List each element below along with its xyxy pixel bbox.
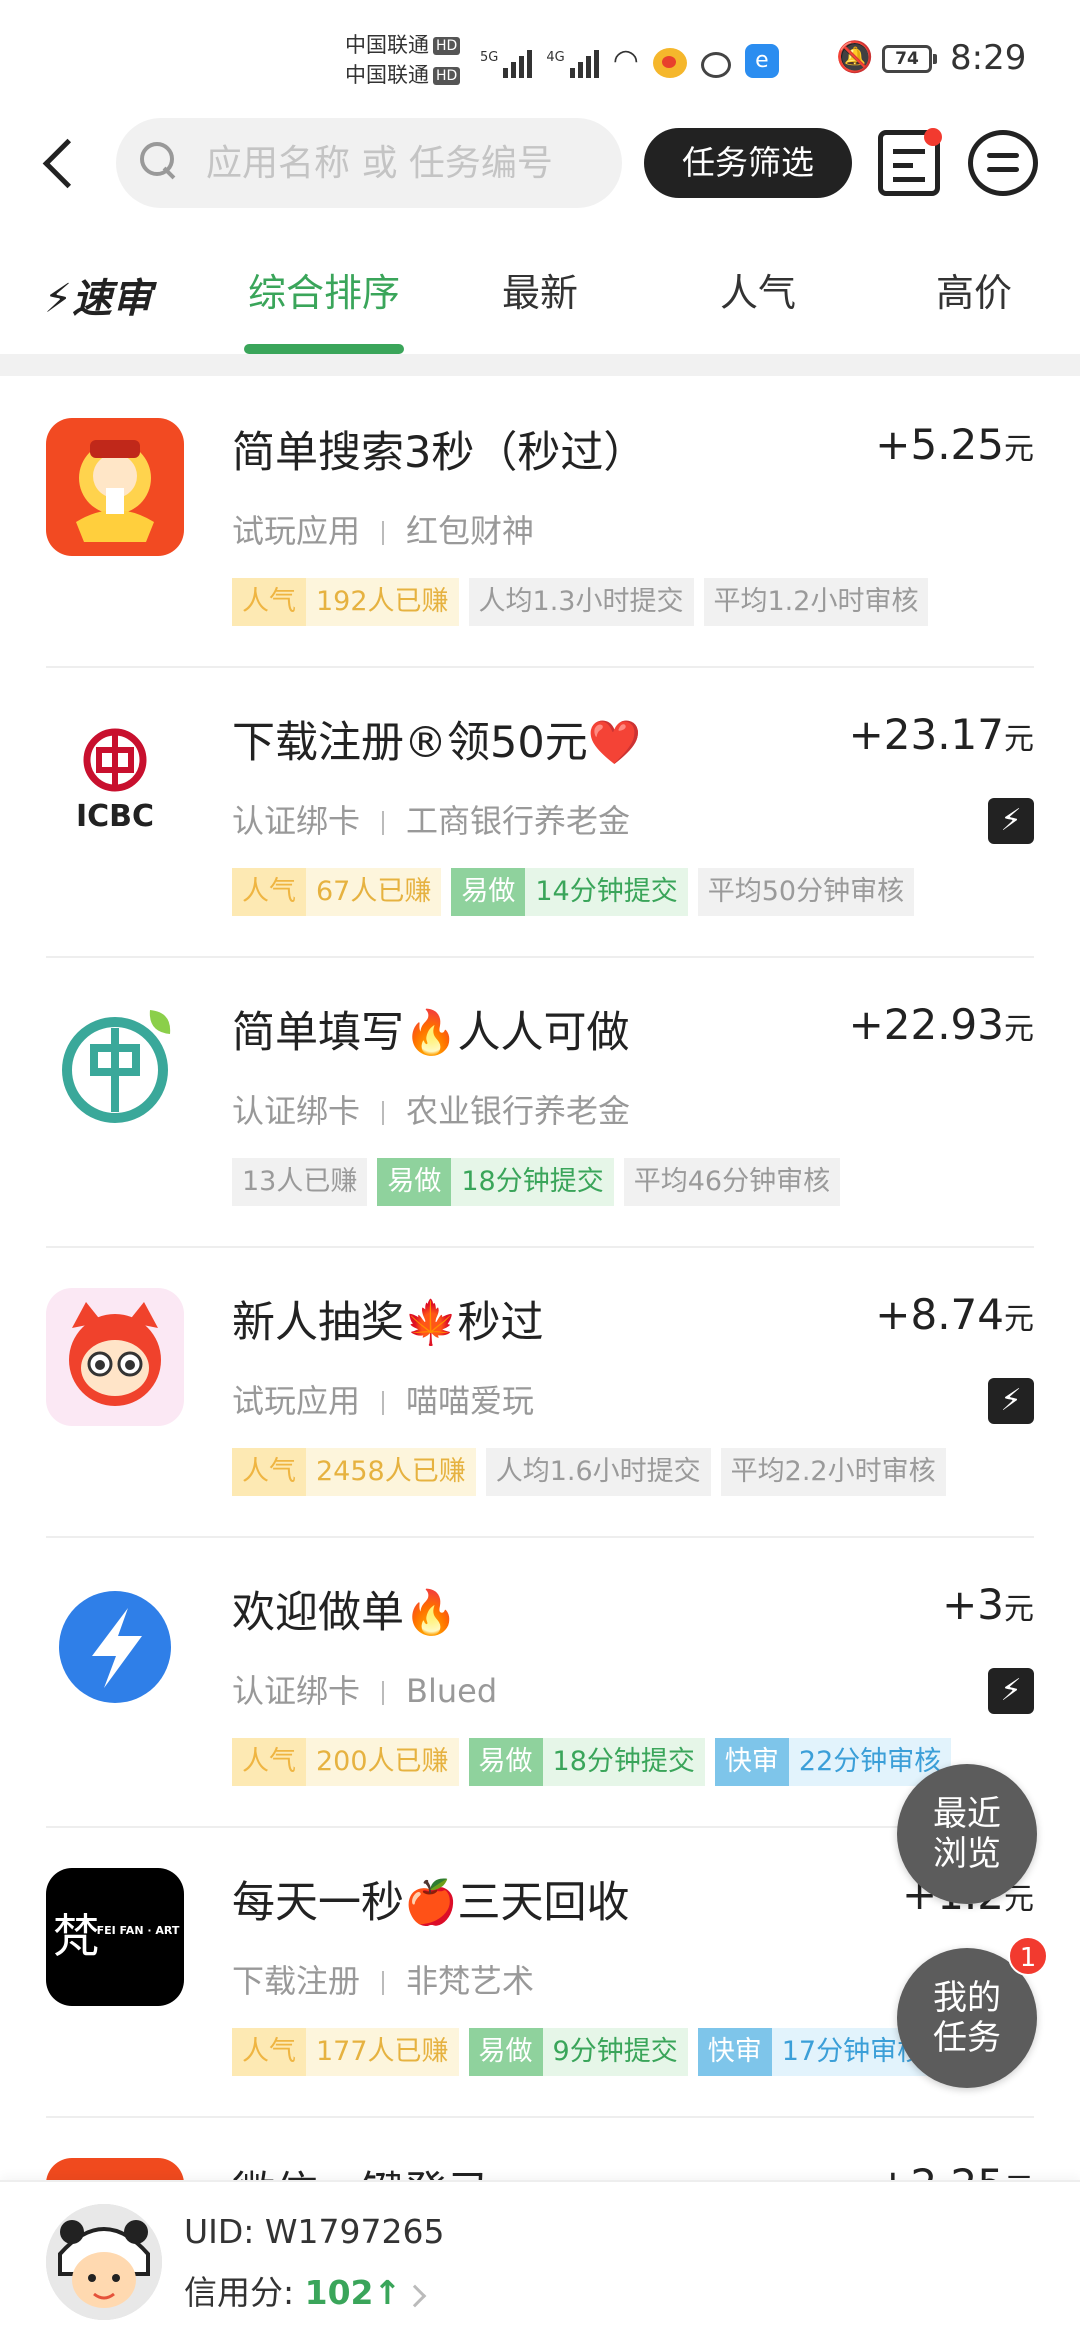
task-tags: 13人已赚 易做 18分钟提交 平均46分钟审核	[232, 1158, 841, 1206]
active-tab-indicator	[244, 344, 404, 354]
app-icon-abc-bank	[46, 998, 184, 1136]
task-filter-button[interactable]: 任务筛选	[644, 128, 852, 198]
task-meta: 下载注册 非梵艺术	[232, 1962, 535, 2000]
task-title: 下载注册®领50元❤️	[232, 718, 642, 768]
recent-browse-button[interactable]: 最近浏览	[897, 1764, 1037, 1904]
app-icon-feifan-art: 梵 FEI FAN · ART	[46, 1868, 184, 2006]
app-icon-icbc: ICBC	[46, 708, 184, 846]
task-item[interactable]: 新人抽奖🍁秒过 +8.74元 试玩应用 喵喵爱玩 ⚡ 人气 2458人已赚 人均1.…	[0, 1248, 1080, 1538]
tag-popularity: 人气 192人已赚	[232, 578, 459, 626]
task-title: 新人抽奖🍁秒过	[232, 1298, 544, 1348]
tag-popularity: 人气 200人已赚	[232, 1738, 459, 1786]
tag-review-time: 平均2.2小时审核	[720, 1448, 946, 1496]
svg-text:梵: 梵	[53, 1909, 99, 1963]
task-reward: +23.17元	[848, 710, 1034, 759]
status-icons: 5G 4G ◠ e	[480, 38, 779, 78]
app-icon-hongbao-caishen	[46, 418, 184, 556]
back-icon[interactable]	[36, 132, 82, 192]
task-title: 简单搜索3秒（秒过）	[232, 428, 647, 478]
task-tags: 人气 2458人已赚 人均1.6小时提交 平均2.2小时审核	[232, 1448, 946, 1496]
task-reward: +8.74元	[875, 1290, 1034, 1339]
tag-easy: 易做 9分钟提交	[468, 2028, 688, 2076]
tag-popularity: 人气 2458人已赚	[232, 1448, 476, 1496]
task-reward: +22.93元	[848, 1000, 1034, 1049]
app-notification-icon: e	[744, 44, 779, 78]
task-meta: 认证绑卡 Blued	[232, 1672, 498, 1710]
tag-popularity: 人气 67人已赚	[232, 868, 442, 916]
task-item[interactable]: 简单搜索3秒（秒过） +5.25元 试玩应用 红包财神 人气 192人已赚 人均1.…	[0, 378, 1080, 668]
clock: 8:29	[950, 38, 1027, 78]
carrier-2: 中国联通	[345, 63, 429, 87]
status-bar: 中国联通 HD 中国联通 HD 5G 4G ◠ e 🔕 74 8:29	[0, 0, 1080, 110]
svg-text:ICBC: ICBC	[76, 799, 154, 834]
task-meta: 认证绑卡 工商银行养老金	[232, 802, 631, 840]
fast-review-bolt-icon: ⚡	[988, 1378, 1034, 1424]
hd-badge-1: HD	[433, 37, 461, 55]
task-title: 欢迎做单🔥	[232, 1588, 458, 1638]
signal-4g-icon: 4G	[546, 50, 599, 78]
tag-review-time: 平均1.2小时审核	[703, 578, 929, 626]
fast-review-bolt-icon: ⚡	[988, 798, 1034, 844]
tag-easy: 易做 14分钟提交	[451, 868, 688, 916]
task-item[interactable]: ICBC 下载注册®领50元❤️ +23.17元 认证绑卡 工商银行养老金 ⚡ 人…	[0, 668, 1080, 958]
wifi-icon: ◠	[612, 43, 639, 78]
search-input[interactable]	[206, 118, 606, 208]
task-tags: 人气 192人已赚 人均1.3小时提交 平均1.2小时审核	[232, 578, 929, 626]
carrier-info: 中国联通 HD 中国联通 HD	[345, 30, 461, 90]
tab-high-price[interactable]: 高价	[914, 262, 1034, 317]
user-bar[interactable]: UID: W1797265 信用分: 102↑	[0, 2180, 1080, 2338]
tab-popular[interactable]: 人气	[698, 262, 818, 317]
mute-icon: 🔕	[836, 40, 874, 75]
fast-review-bolt-icon: ⚡	[988, 1668, 1034, 1714]
chat-notification-icon	[700, 52, 731, 78]
signal-5g-icon: 5G	[480, 50, 533, 78]
hd-badge-2: HD	[433, 67, 461, 85]
task-title: 简单填写🔥人人可做	[232, 1008, 630, 1058]
section-divider	[0, 354, 1080, 376]
battery-icon: 74	[882, 45, 937, 73]
tag-submit-time: 人均1.6小时提交	[485, 1448, 711, 1496]
search-icon	[140, 142, 176, 178]
tag-easy: 易做 18分钟提交	[377, 1158, 614, 1206]
task-item[interactable]: 简单填写🔥人人可做 +22.93元 认证绑卡 农业银行养老金 13人已赚 易做 18…	[0, 958, 1080, 1248]
arrow-up-icon: ↑	[373, 2273, 402, 2312]
user-uid: UID: W1797265	[184, 2212, 445, 2251]
task-meta: 认证绑卡 农业银行养老金	[232, 1092, 631, 1130]
app-icon-miaomiao	[46, 1288, 184, 1426]
carrier-1: 中国联通	[345, 33, 429, 57]
task-meta: 试玩应用 红包财神	[232, 512, 535, 550]
app-icon-blued	[46, 1578, 184, 1716]
top-bar: 任务筛选	[0, 112, 1080, 212]
weibo-icon	[652, 48, 687, 78]
tag-popularity: 人气 177人已赚	[232, 2028, 459, 2076]
tag-earned-count: 13人已赚	[232, 1158, 368, 1206]
credit-score[interactable]: 信用分: 102↑	[184, 2266, 427, 2314]
tag-review-time: 平均46分钟审核	[623, 1158, 841, 1206]
tag-easy: 易做 18分钟提交	[468, 1738, 705, 1786]
fast-review-logo[interactable]: ⚡速审	[44, 266, 152, 324]
tag-review-time: 平均50分钟审核	[697, 868, 915, 916]
task-tags: 人气 177人已赚 易做 9分钟提交 快审 17分钟审核	[232, 2028, 935, 2076]
task-reward: +5.25元	[875, 420, 1034, 469]
chevron-right-icon	[403, 2284, 427, 2308]
task-title: 每天一秒🍎三天回收	[232, 1878, 630, 1928]
task-tags: 人气 200人已赚 易做 18分钟提交 快审 22分钟审核	[232, 1738, 952, 1786]
task-meta: 试玩应用 喵喵爱玩	[232, 1382, 535, 1420]
my-tasks-badge: 1	[1008, 1936, 1048, 1976]
task-reward: +3元	[942, 1580, 1034, 1629]
notification-dot	[924, 128, 942, 146]
task-tags: 人气 67人已赚 易做 14分钟提交 平均50分钟审核	[232, 868, 915, 916]
avatar[interactable]	[46, 2204, 162, 2320]
message-icon[interactable]	[968, 130, 1038, 196]
search-box[interactable]	[116, 118, 622, 208]
tab-latest[interactable]: 最新	[480, 262, 600, 317]
sort-tabs: ⚡速审 综合排序 最新 人气 高价	[0, 232, 1080, 356]
svg-text:FEI FAN · ART: FEI FAN · ART	[97, 1924, 180, 1937]
tag-submit-time: 人均1.3小时提交	[468, 578, 694, 626]
tag-fast-review: 快审 22分钟审核	[714, 1738, 952, 1786]
tab-comprehensive[interactable]: 综合排序	[244, 262, 404, 317]
